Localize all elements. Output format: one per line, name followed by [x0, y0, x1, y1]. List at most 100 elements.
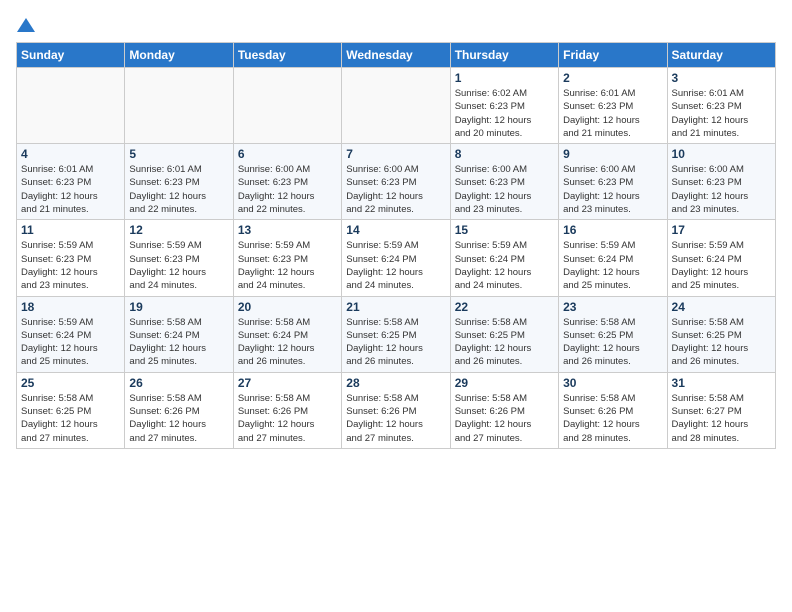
calendar-cell: 26Sunrise: 5:58 AMSunset: 6:26 PMDayligh… — [125, 372, 233, 448]
calendar-cell: 16Sunrise: 5:59 AMSunset: 6:24 PMDayligh… — [559, 220, 667, 296]
calendar-cell: 20 Sunrise: 5:58 AMSunset: 6:24 PMDayligh… — [233, 296, 341, 372]
day-info: Sunrise: 5:58 AMSunset: 6:27 PMDaylight:… — [672, 392, 771, 445]
day-info: Sunrise: 5:58 AMSunset: 6:24 PMDaylight:… — [129, 316, 228, 369]
calendar-cell: 30 Sunrise: 5:58 AMSunset: 6:26 PMDayligh… — [559, 372, 667, 448]
day-number: 13 — [238, 223, 337, 237]
day-number: 1 — [455, 71, 554, 85]
day-number: 14 — [346, 223, 445, 237]
day-number: 9 — [563, 147, 662, 161]
page-header — [16, 16, 776, 34]
day-number: 26 — [129, 376, 228, 390]
day-info: Sunrise: 6:00 AMSunset: 6:23 PMDaylight:… — [672, 163, 771, 216]
weekday-header-saturday: Saturday — [667, 43, 775, 68]
calendar-cell: 28Sunrise: 5:58 AMSunset: 6:26 PMDayligh… — [342, 372, 450, 448]
day-info: Sunrise: 5:58 AMSunset: 6:26 PMDaylight:… — [563, 392, 662, 445]
calendar-cell: 14 Sunrise: 5:59 AMSunset: 6:24 PMDayligh… — [342, 220, 450, 296]
day-number: 2 — [563, 71, 662, 85]
calendar-cell: 1 Sunrise: 6:02 AMSunset: 6:23 PMDaylight… — [450, 68, 558, 144]
day-info: Sunrise: 5:59 AMSunset: 6:24 PMDaylight:… — [21, 316, 120, 369]
day-info: Sunrise: 6:01 AMSunset: 6:23 PMDaylight:… — [129, 163, 228, 216]
calendar-cell: 7Sunrise: 6:00 AMSunset: 6:23 PMDaylight… — [342, 144, 450, 220]
day-number: 18 — [21, 300, 120, 314]
calendar-cell: 8 Sunrise: 6:00 AMSunset: 6:23 PMDaylight… — [450, 144, 558, 220]
day-info: Sunrise: 5:59 AMSunset: 6:23 PMDaylight:… — [238, 239, 337, 292]
day-number: 20 — [238, 300, 337, 314]
weekday-header-wednesday: Wednesday — [342, 43, 450, 68]
day-number: 10 — [672, 147, 771, 161]
calendar-cell: 21 Sunrise: 5:58 AMSunset: 6:25 PMDayligh… — [342, 296, 450, 372]
calendar-cell: 19 Sunrise: 5:58 AMSunset: 6:24 PMDayligh… — [125, 296, 233, 372]
calendar-cell: 3 Sunrise: 6:01 AMSunset: 6:23 PMDaylight… — [667, 68, 775, 144]
weekday-header-thursday: Thursday — [450, 43, 558, 68]
day-number: 8 — [455, 147, 554, 161]
calendar-cell: 2 Sunrise: 6:01 AMSunset: 6:23 PMDaylight… — [559, 68, 667, 144]
calendar-cell — [342, 68, 450, 144]
calendar-cell: 18 Sunrise: 5:59 AMSunset: 6:24 PMDayligh… — [17, 296, 125, 372]
calendar-cell: 10 Sunrise: 6:00 AMSunset: 6:23 PMDayligh… — [667, 144, 775, 220]
day-info: Sunrise: 5:58 AMSunset: 6:26 PMDaylight:… — [346, 392, 445, 445]
logo — [16, 16, 35, 34]
calendar-cell: 13 Sunrise: 5:59 AMSunset: 6:23 PMDayligh… — [233, 220, 341, 296]
week-row-1: 1 Sunrise: 6:02 AMSunset: 6:23 PMDaylight… — [17, 68, 776, 144]
day-number: 22 — [455, 300, 554, 314]
day-number: 3 — [672, 71, 771, 85]
day-info: Sunrise: 5:59 AMSunset: 6:24 PMDaylight:… — [346, 239, 445, 292]
day-info: Sunrise: 6:00 AMSunset: 6:23 PMDaylight:… — [346, 163, 445, 216]
calendar-cell: 27Sunrise: 5:58 AMSunset: 6:26 PMDayligh… — [233, 372, 341, 448]
day-info: Sunrise: 5:58 AMSunset: 6:26 PMDaylight:… — [455, 392, 554, 445]
day-number: 4 — [21, 147, 120, 161]
day-number: 30 — [563, 376, 662, 390]
day-info: Sunrise: 6:00 AMSunset: 6:23 PMDaylight:… — [563, 163, 662, 216]
day-info: Sunrise: 5:59 AMSunset: 6:23 PMDaylight:… — [21, 239, 120, 292]
calendar-cell: 4Sunrise: 6:01 AMSunset: 6:23 PMDaylight… — [17, 144, 125, 220]
calendar-cell: 22 Sunrise: 5:58 AMSunset: 6:25 PMDayligh… — [450, 296, 558, 372]
day-info: Sunrise: 6:02 AMSunset: 6:23 PMDaylight:… — [455, 87, 554, 140]
calendar-cell: 23 Sunrise: 5:58 AMSunset: 6:25 PMDayligh… — [559, 296, 667, 372]
day-number: 6 — [238, 147, 337, 161]
day-number: 24 — [672, 300, 771, 314]
weekday-header-sunday: Sunday — [17, 43, 125, 68]
calendar-cell — [125, 68, 233, 144]
day-info: Sunrise: 5:59 AMSunset: 6:24 PMDaylight:… — [455, 239, 554, 292]
day-info: Sunrise: 6:01 AMSunset: 6:23 PMDaylight:… — [563, 87, 662, 140]
day-info: Sunrise: 6:00 AMSunset: 6:23 PMDaylight:… — [238, 163, 337, 216]
day-info: Sunrise: 6:01 AMSunset: 6:23 PMDaylight:… — [672, 87, 771, 140]
day-number: 5 — [129, 147, 228, 161]
calendar-cell: 17Sunrise: 5:59 AMSunset: 6:24 PMDayligh… — [667, 220, 775, 296]
day-number: 19 — [129, 300, 228, 314]
weekday-header-row: SundayMondayTuesdayWednesdayThursdayFrid… — [17, 43, 776, 68]
day-number: 25 — [21, 376, 120, 390]
calendar-cell: 11 Sunrise: 5:59 AMSunset: 6:23 PMDayligh… — [17, 220, 125, 296]
calendar-cell: 9 Sunrise: 6:00 AMSunset: 6:23 PMDaylight… — [559, 144, 667, 220]
week-row-4: 18 Sunrise: 5:59 AMSunset: 6:24 PMDayligh… — [17, 296, 776, 372]
day-number: 29 — [455, 376, 554, 390]
calendar-cell — [233, 68, 341, 144]
weekday-header-monday: Monday — [125, 43, 233, 68]
weekday-header-friday: Friday — [559, 43, 667, 68]
calendar-cell: 6 Sunrise: 6:00 AMSunset: 6:23 PMDaylight… — [233, 144, 341, 220]
day-info: Sunrise: 5:58 AMSunset: 6:25 PMDaylight:… — [21, 392, 120, 445]
week-row-2: 4 Sunrise: 6:01 AMSunset: 6:23 PMDaylight… — [17, 144, 776, 220]
day-number: 31 — [672, 376, 771, 390]
calendar-cell: 24 Sunrise: 5:58 AMSunset: 6:25 PMDayligh… — [667, 296, 775, 372]
calendar-cell: 25 Sunrise: 5:58 AMSunset: 6:25 PMDayligh… — [17, 372, 125, 448]
day-info: Sunrise: 5:58 AMSunset: 6:25 PMDaylight:… — [346, 316, 445, 369]
day-number: 21 — [346, 300, 445, 314]
day-number: 15 — [455, 223, 554, 237]
day-number: 11 — [21, 223, 120, 237]
day-info: Sunrise: 5:59 AMSunset: 6:23 PMDaylight:… — [129, 239, 228, 292]
day-info: Sunrise: 5:58 AMSunset: 6:25 PMDaylight:… — [455, 316, 554, 369]
day-info: Sunrise: 6:00 AMSunset: 6:23 PMDaylight:… — [455, 163, 554, 216]
calendar-cell: 12 Sunrise: 5:59 AMSunset: 6:23 PMDayligh… — [125, 220, 233, 296]
calendar-cell — [17, 68, 125, 144]
day-info: Sunrise: 5:58 AMSunset: 6:25 PMDaylight:… — [563, 316, 662, 369]
day-info: Sunrise: 5:59 AMSunset: 6:24 PMDaylight:… — [672, 239, 771, 292]
day-number: 12 — [129, 223, 228, 237]
logo-triangle-icon — [17, 16, 35, 34]
calendar-cell: 5 Sunrise: 6:01 AMSunset: 6:23 PMDaylight… — [125, 144, 233, 220]
day-info: Sunrise: 5:59 AMSunset: 6:24 PMDaylight:… — [563, 239, 662, 292]
day-number: 23 — [563, 300, 662, 314]
day-info: Sunrise: 5:58 AMSunset: 6:24 PMDaylight:… — [238, 316, 337, 369]
calendar-table: SundayMondayTuesdayWednesdayThursdayFrid… — [16, 42, 776, 449]
day-info: Sunrise: 5:58 AMSunset: 6:25 PMDaylight:… — [672, 316, 771, 369]
